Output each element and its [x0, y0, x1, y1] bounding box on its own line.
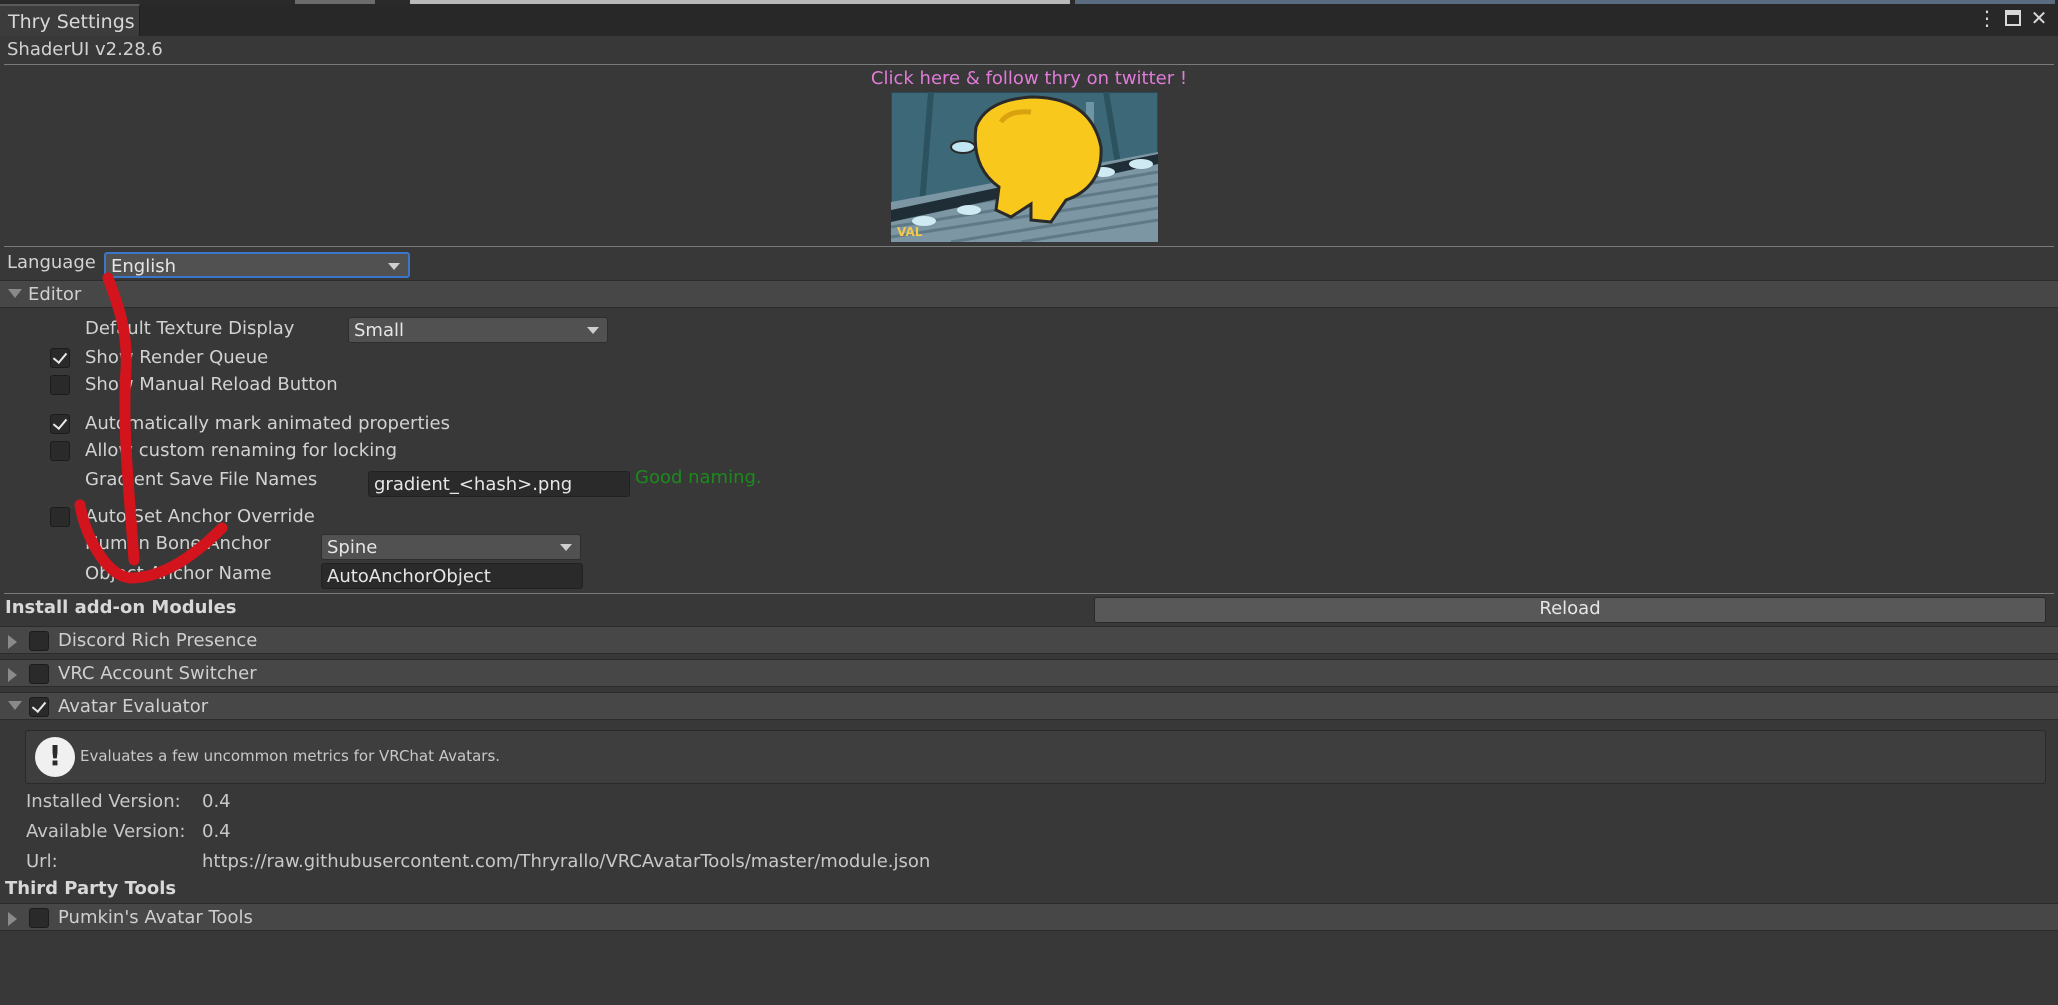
modules-header: Install add-on Modules [5, 597, 237, 618]
module-name: Avatar Evaluator [58, 696, 209, 717]
gradient-names-field[interactable]: gradient_<hash>.png [368, 471, 630, 497]
module-enable-checkbox[interactable] [29, 697, 49, 717]
tab-title: Thry Settings [8, 11, 135, 33]
maximize-icon[interactable] [2000, 4, 2026, 32]
show-render-queue-checkbox[interactable] [50, 348, 70, 368]
kebab-menu-icon[interactable]: ⋮ [1974, 4, 2000, 32]
info-icon: ! [35, 737, 75, 777]
show-manual-reload-label: Show Manual Reload Button [85, 374, 338, 395]
auto-set-anchor-label: Auto Set Anchor Override [85, 506, 315, 527]
banner-watermark: VAL [897, 225, 923, 239]
foldout-expanded-icon [8, 289, 22, 298]
naming-status: Good naming. [635, 467, 762, 488]
foldout-expanded-icon [8, 701, 22, 710]
default-texture-display-value: Small [354, 320, 404, 341]
divider [4, 64, 2054, 65]
default-texture-display-label: Default Texture Display [85, 318, 295, 339]
module-row-discord[interactable]: Discord Rich Presence [0, 626, 2058, 654]
module-row-avatar-evaluator[interactable]: Avatar Evaluator [0, 692, 2058, 720]
available-version-value: 0.4 [202, 821, 231, 842]
show-manual-reload-checkbox[interactable] [50, 375, 70, 395]
banner-image[interactable]: VAL [890, 91, 1159, 244]
language-label: Language [7, 252, 96, 273]
module-enable-checkbox[interactable] [29, 908, 49, 928]
gradient-names-label: Gradient Save File Names [85, 469, 318, 490]
chevron-down-icon [587, 327, 599, 334]
divider [4, 246, 2054, 247]
allow-custom-renaming-label: Allow custom renaming for locking [85, 440, 398, 461]
module-name: Discord Rich Presence [58, 630, 258, 651]
human-bone-anchor-label: Human Bone Anchor [85, 533, 271, 554]
module-enable-checkbox[interactable] [29, 664, 49, 684]
url-value[interactable]: https://raw.githubusercontent.com/Thryra… [202, 851, 930, 872]
available-version-label: Available Version: [26, 821, 186, 842]
object-anchor-name-value: AutoAnchorObject [327, 566, 491, 587]
foldout-collapsed-icon [8, 668, 17, 682]
divider [4, 593, 2054, 594]
installed-version-value: 0.4 [202, 791, 231, 812]
tab-bar [0, 4, 2058, 36]
object-anchor-name-label: Object Anchor Name [85, 563, 272, 584]
tab-thry-settings[interactable]: Thry Settings [0, 4, 140, 36]
foldout-collapsed-icon [8, 635, 17, 649]
allow-custom-renaming-checkbox[interactable] [50, 441, 70, 461]
module-name: VRC Account Switcher [58, 663, 257, 684]
reload-button[interactable]: Reload [1094, 597, 2046, 623]
editor-header-label: Editor [28, 284, 82, 305]
third-party-header: Third Party Tools [5, 878, 177, 899]
installed-version-label: Installed Version: [26, 791, 181, 812]
human-bone-anchor-dropdown[interactable]: Spine [321, 534, 581, 560]
module-row-pumkins-avatar-tools[interactable]: Pumkin's Avatar Tools [0, 903, 2058, 931]
module-enable-checkbox[interactable] [29, 631, 49, 651]
version-label: ShaderUI v2.28.6 [7, 39, 163, 60]
auto-set-anchor-checkbox[interactable] [50, 507, 70, 527]
object-anchor-name-field[interactable]: AutoAnchorObject [321, 563, 583, 589]
language-dropdown[interactable]: English [104, 252, 410, 278]
auto-mark-animated-label: Automatically mark animated properties [85, 413, 450, 434]
close-icon[interactable]: ✕ [2026, 4, 2052, 32]
module-row-vrc-account-switcher[interactable]: VRC Account Switcher [0, 659, 2058, 687]
twitter-link[interactable]: Click here & follow thry on twitter ! [0, 68, 2058, 89]
module-description-box: ! Evaluates a few uncommon metrics for V… [25, 730, 2046, 784]
language-value: English [111, 256, 176, 277]
foldout-collapsed-icon [8, 912, 17, 926]
chevron-down-icon [388, 263, 400, 270]
show-render-queue-label: Show Render Queue [85, 347, 269, 368]
default-texture-display-dropdown[interactable]: Small [348, 317, 608, 343]
reload-button-label: Reload [1539, 598, 1601, 619]
auto-mark-animated-checkbox[interactable] [50, 414, 70, 434]
url-label: Url: [26, 851, 58, 872]
human-bone-anchor-value: Spine [327, 537, 378, 558]
module-description: Evaluates a few uncommon metrics for VRC… [80, 747, 501, 765]
editor-section-header[interactable]: Editor [0, 280, 2058, 308]
chevron-down-icon [560, 544, 572, 551]
module-name: Pumkin's Avatar Tools [58, 907, 253, 928]
gradient-names-value: gradient_<hash>.png [374, 474, 573, 495]
